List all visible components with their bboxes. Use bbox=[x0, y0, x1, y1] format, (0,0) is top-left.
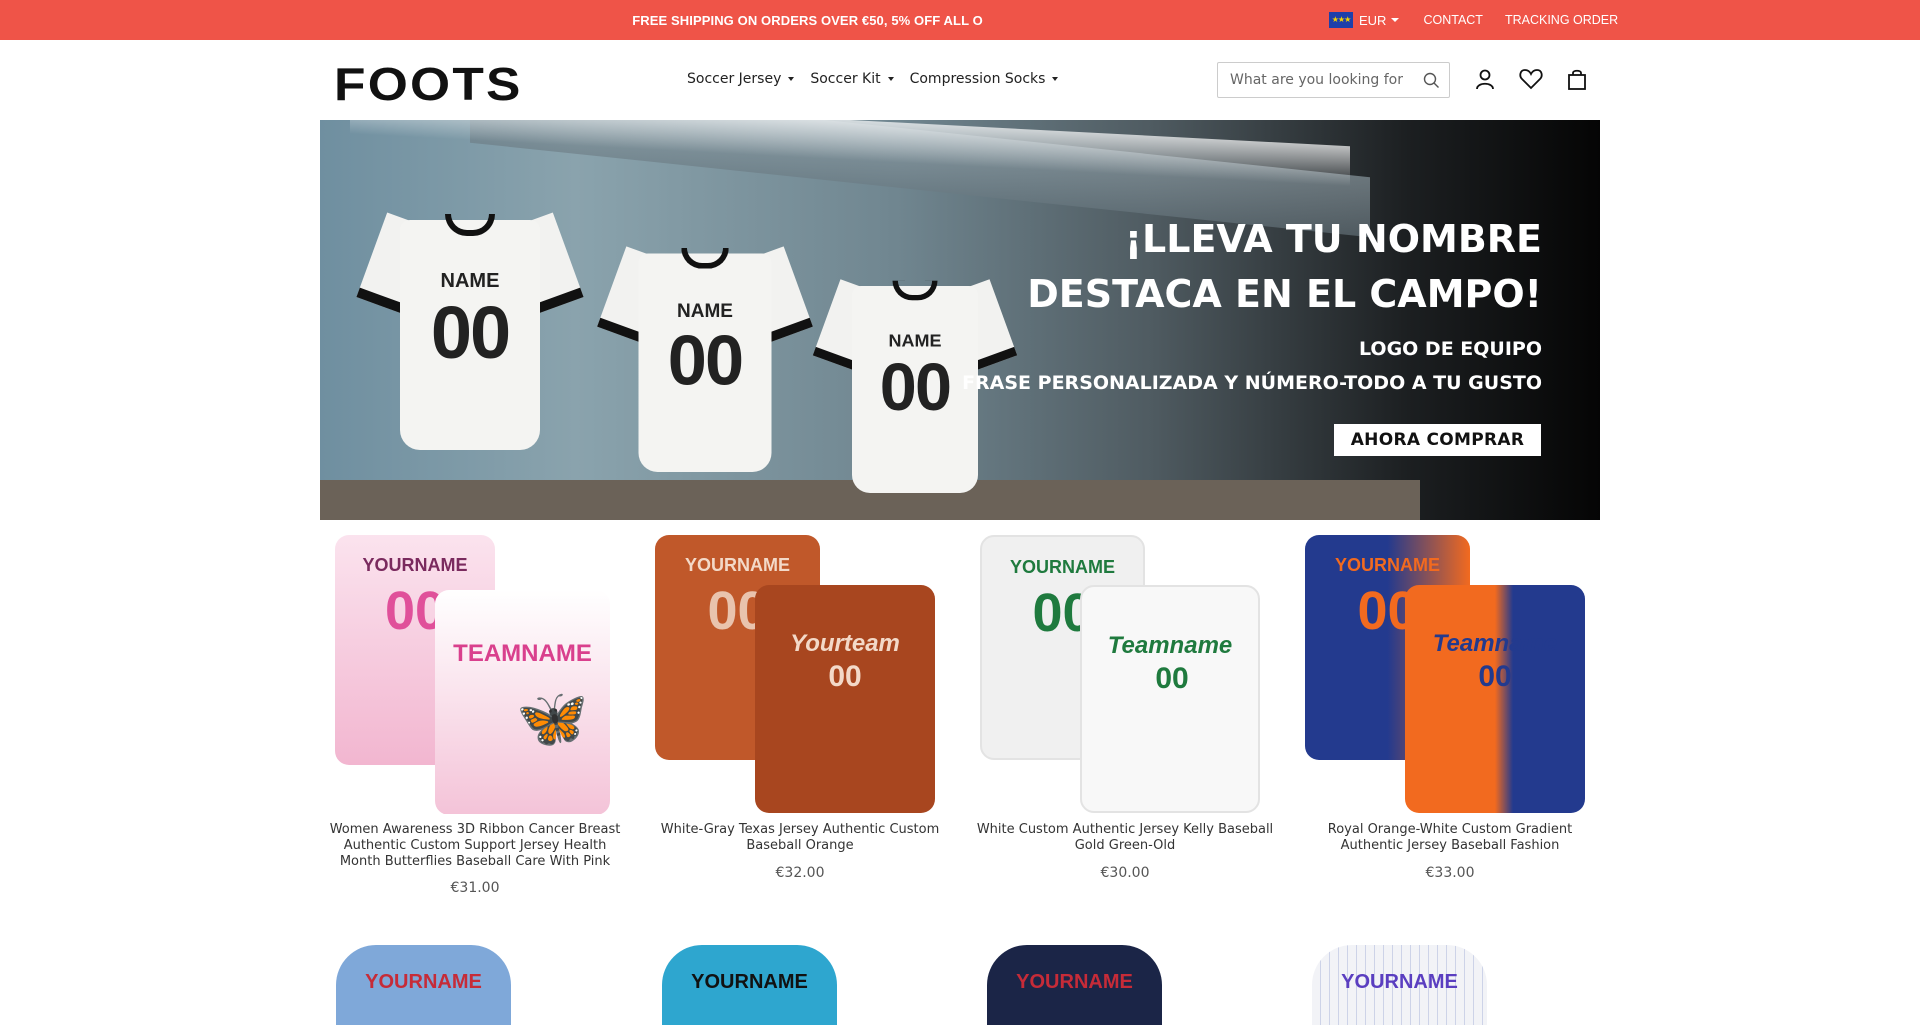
product-front-text: YOURNAME bbox=[691, 971, 808, 993]
product-title[interactable]: Women Awareness 3D Ribbon Cancer Breast … bbox=[325, 822, 625, 870]
product-price: €31.00 bbox=[450, 880, 500, 896]
product-front-text: YOURNAME bbox=[1009, 557, 1115, 577]
eu-flag-icon: ★★★ bbox=[1329, 12, 1353, 28]
banner-subheadline: LOGO DE EQUIPO FRASE PERSONALIZADA Y NÚM… bbox=[962, 332, 1542, 400]
jersey-name: NAME bbox=[440, 270, 500, 292]
account-icon[interactable] bbox=[1472, 66, 1498, 92]
cart-icon[interactable] bbox=[1564, 66, 1590, 92]
jersey-number: 00 bbox=[430, 291, 511, 374]
jersey-number: 00 bbox=[667, 320, 744, 400]
site-logo[interactable]: FOOTS bbox=[334, 61, 523, 107]
product-image[interactable]: YOURNAME bbox=[662, 945, 837, 1025]
nav-item-compression-socks[interactable]: Compression Socks bbox=[910, 71, 1059, 87]
topbar-right: ★★★ EUR CONTACT TRACKING ORDER bbox=[1329, 12, 1640, 28]
currency-label: EUR bbox=[1359, 12, 1387, 28]
product-back-number: 00 bbox=[1478, 660, 1512, 693]
contact-link[interactable]: CONTACT bbox=[1423, 13, 1483, 27]
nav-label: Soccer Kit bbox=[810, 71, 881, 87]
nav-label: Soccer Jersey bbox=[687, 71, 782, 87]
chevron-down-icon bbox=[1052, 77, 1059, 81]
product-image[interactable]: YOURNAME 00 TEAMNAME 🦋 bbox=[325, 530, 625, 814]
jersey-name: NAME bbox=[677, 301, 733, 322]
chevron-down-icon bbox=[788, 77, 795, 81]
product-back-number: 00 bbox=[828, 660, 862, 693]
banner-headline-line-2: DESTACA EN EL CAMPO! bbox=[1027, 272, 1542, 316]
banner-sub-line-2: FRASE PERSONALIZADA Y NÚMERO-TODO A TU G… bbox=[962, 372, 1542, 394]
banner-jersey: NAME 00 bbox=[597, 235, 813, 482]
search-box bbox=[1217, 62, 1450, 98]
currency-selector[interactable]: ★★★ EUR bbox=[1329, 12, 1400, 28]
tracking-order-link[interactable]: TRACKING ORDER bbox=[1505, 13, 1618, 27]
product-title[interactable]: White-Gray Texas Jersey Authentic Custom… bbox=[650, 822, 950, 854]
product-image[interactable]: YOURNAME bbox=[336, 945, 511, 1025]
product-image[interactable]: YOURNAME 00 Yourteam 00 bbox=[650, 530, 950, 814]
product-front-text: YOURNAME bbox=[1334, 555, 1440, 575]
banner-jersey: NAME 00 bbox=[356, 200, 584, 460]
product-title[interactable]: Royal Orange-White Custom Gradient Authe… bbox=[1300, 822, 1600, 854]
product-back-text: Teamname bbox=[1432, 630, 1558, 657]
product-front-text: YOURNAME bbox=[1341, 971, 1458, 993]
chevron-down-icon bbox=[1391, 18, 1400, 22]
product-image[interactable]: YOURNAME bbox=[987, 945, 1162, 1025]
nav-item-soccer-jersey[interactable]: Soccer Jersey bbox=[687, 71, 795, 87]
search-icon[interactable] bbox=[1413, 72, 1449, 89]
product-price: €30.00 bbox=[1100, 865, 1150, 881]
product-back-text: TEAMNAME bbox=[453, 640, 592, 667]
product-front-text: YOURNAME bbox=[362, 555, 468, 575]
nav-item-soccer-kit[interactable]: Soccer Kit bbox=[810, 71, 894, 87]
product-back-text: Yourteam bbox=[790, 630, 900, 657]
chevron-down-icon bbox=[887, 77, 894, 81]
product-front-text: YOURNAME bbox=[365, 971, 482, 993]
product-back-number: 00 bbox=[1155, 662, 1189, 695]
announcement-bar: FREE SHIPPING ON ORDERS OVER €50, 5% OFF… bbox=[0, 0, 1920, 40]
product-price: €33.00 bbox=[1425, 865, 1475, 881]
nav-label: Compression Socks bbox=[909, 71, 1046, 87]
search-input[interactable] bbox=[1218, 63, 1413, 97]
banner-headline-line-1: ¡LLEVA TU NOMBRE bbox=[1124, 217, 1542, 261]
wishlist-icon[interactable] bbox=[1518, 66, 1544, 92]
product-back-text: Teamname bbox=[1107, 632, 1233, 659]
product-row-2: YOURNAME YOURNAME YOURNAME YOURNAME bbox=[0, 945, 1920, 1025]
product-front-text: YOURNAME bbox=[684, 555, 790, 575]
product-image[interactable]: YOURNAME 00 Teamname 00 bbox=[975, 530, 1275, 814]
product-image[interactable]: YOURNAME bbox=[1312, 945, 1487, 1025]
product-title[interactable]: White Custom Authentic Jersey Kelly Base… bbox=[975, 822, 1275, 854]
banner-headline: ¡LLEVA TU NOMBRE DESTACA EN EL CAMPO! bbox=[1027, 212, 1542, 322]
product-price: €32.00 bbox=[775, 865, 825, 881]
shop-now-button[interactable]: AHORA COMPRAR bbox=[1334, 424, 1541, 456]
banner-sub-line-1: LOGO DE EQUIPO bbox=[1358, 338, 1542, 360]
product-image[interactable]: YOURNAME 00 Teamname 00 bbox=[1300, 530, 1600, 814]
hero-banner[interactable]: NAME 00 NAME 00 NAME 00 ¡LLEVA TU NOMBRE… bbox=[320, 120, 1600, 520]
product-front-text: YOURNAME bbox=[1016, 971, 1133, 993]
main-nav: Soccer Jersey Soccer Kit Compression Soc… bbox=[687, 71, 1059, 87]
